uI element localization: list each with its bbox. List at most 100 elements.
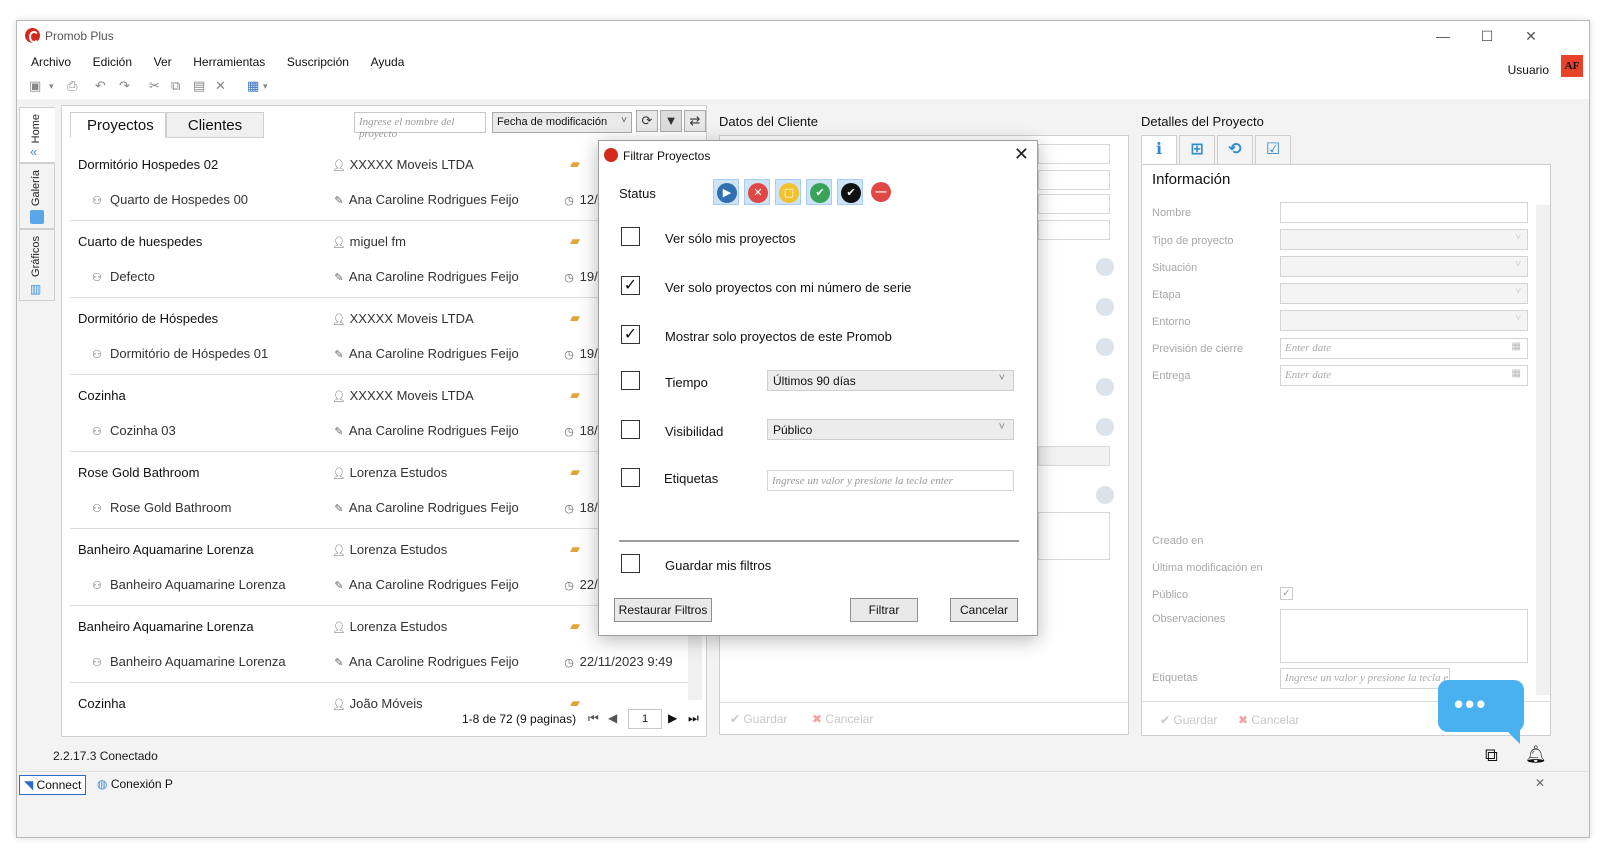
restore-filters-button[interactable]: Restaurar Filtros xyxy=(614,598,712,622)
sidetab-graficos[interactable]: Gráficos ▥ xyxy=(19,229,55,301)
etapa-select[interactable]: ˅ xyxy=(1280,283,1528,304)
maximize-button[interactable]: ☐ xyxy=(1467,25,1507,47)
add-circle-icon[interactable] xyxy=(1096,298,1114,316)
client-select[interactable] xyxy=(1038,446,1110,466)
calendar-icon[interactable]: ▦ xyxy=(1512,341,1521,352)
client-field-3[interactable] xyxy=(1038,194,1110,214)
layout-dropdown-icon[interactable]: ▾ xyxy=(263,79,268,93)
conexion-tab[interactable]: ◍ Conexión P xyxy=(93,775,177,795)
situacion-select[interactable]: ˅ xyxy=(1280,256,1528,277)
etiquetas-input[interactable]: Ingrese un valor y presione la tecla ent… xyxy=(767,470,1014,491)
folder-icon[interactable]: ▰ xyxy=(570,310,580,326)
project-search-input[interactable]: Ingrese el nombre del proyecto xyxy=(354,112,486,140)
client-field-4[interactable] xyxy=(1038,220,1110,240)
folder-icon[interactable]: ▰ xyxy=(570,618,580,634)
status-paused-button[interactable]: ▢ xyxy=(775,179,801,205)
menu-archivo[interactable]: Archivo xyxy=(31,51,71,73)
status-approved-button[interactable]: ✔ xyxy=(806,179,832,205)
nombre-input[interactable] xyxy=(1280,202,1528,223)
prev-page-icon[interactable]: ◀ xyxy=(608,711,617,725)
menu-suscripcion[interactable]: Suscripción xyxy=(287,51,349,73)
info-icon[interactable]: ℹ xyxy=(1141,135,1177,165)
delete-icon[interactable]: ✕ xyxy=(215,79,226,93)
last-page-icon[interactable]: ⏭ xyxy=(688,711,699,726)
close-bar-icon[interactable]: ✕ xyxy=(1535,776,1545,790)
close-window-button[interactable]: ✕ xyxy=(1511,25,1551,47)
checklist-icon[interactable]: ☑ xyxy=(1255,135,1291,165)
client-field-2[interactable] xyxy=(1038,170,1110,190)
menu-ayuda[interactable]: Ayuda xyxy=(371,51,405,73)
add-circle-icon[interactable] xyxy=(1096,338,1114,356)
menu-edicion[interactable]: Edición xyxy=(93,51,132,73)
refresh-icon[interactable]: ⟳ xyxy=(636,110,658,132)
filter-button[interactable]: Filtrar xyxy=(850,598,918,622)
save-filters-checkbox[interactable] xyxy=(621,554,640,573)
add-circle-icon[interactable] xyxy=(1096,378,1114,396)
client-field-1[interactable] xyxy=(1038,144,1110,164)
swap-icon[interactable]: ⇄ xyxy=(684,110,706,132)
save-icon[interactable]: ▣ xyxy=(29,79,41,93)
tab-clientes[interactable]: Clientes xyxy=(166,112,264,138)
layout-icon[interactable]: ▦ xyxy=(247,79,259,93)
sidetab-galeria[interactable]: Galería xyxy=(19,163,55,229)
folder-icon[interactable]: ▰ xyxy=(570,464,580,480)
redo-icon[interactable]: ↷ xyxy=(119,79,130,93)
first-page-icon[interactable]: ⏮ xyxy=(588,711,599,726)
sort-select[interactable]: Fecha de modificación xyxy=(492,112,632,133)
structure-icon[interactable]: ⊞ xyxy=(1179,135,1215,165)
next-page-icon[interactable]: ▶ xyxy=(668,711,677,725)
tab-proyectos[interactable]: Proyectos xyxy=(70,112,166,138)
details-scrollbar[interactable] xyxy=(1536,205,1550,695)
entrega-date-input[interactable]: Enter date ▦ xyxy=(1280,365,1528,386)
status-cancelled-button[interactable]: ✕ xyxy=(744,179,770,205)
folder-icon[interactable]: ▰ xyxy=(570,387,580,403)
folder-icon[interactable]: ▰ xyxy=(570,233,580,249)
calendar-icon[interactable]: ▦ xyxy=(1512,368,1521,379)
folder-icon[interactable]: ▰ xyxy=(570,156,580,172)
cancel-button[interactable]: Cancelar xyxy=(950,598,1018,622)
add-circle-icon[interactable] xyxy=(1096,486,1114,504)
folder-icon[interactable]: ▰ xyxy=(570,541,580,557)
add-circle-icon[interactable] xyxy=(1096,258,1114,276)
status-in-progress-button[interactable]: ▶ xyxy=(713,179,739,205)
client-save-button[interactable]: ✔ Guardar xyxy=(730,712,787,726)
visibilidad-select[interactable]: Público xyxy=(767,419,1014,440)
details-cancel-button[interactable]: ✖ Cancelar xyxy=(1238,713,1299,727)
tiempo-checkbox[interactable] xyxy=(621,371,640,390)
undo-icon[interactable]: ↶ xyxy=(95,79,106,93)
etiquetas-checkbox[interactable] xyxy=(621,468,640,487)
this-promob-checkbox[interactable]: ✓ xyxy=(621,325,640,344)
save-dropdown-icon[interactable]: ▾ xyxy=(49,79,54,93)
user-avatar[interactable]: AF xyxy=(1561,55,1583,77)
sidetab-home[interactable]: Home « xyxy=(19,107,55,163)
history-icon[interactable]: ⟲ xyxy=(1217,135,1253,165)
entorno-select[interactable]: ˅ xyxy=(1280,310,1528,331)
filter-icon[interactable]: ▼ xyxy=(660,110,682,132)
client-cancel-button[interactable]: ✖ Cancelar xyxy=(812,712,873,726)
prevision-date-input[interactable]: Enter date ▦ xyxy=(1280,338,1528,359)
menu-ver[interactable]: Ver xyxy=(154,51,172,73)
status-finished-button[interactable]: ✔ xyxy=(837,179,863,205)
screens-icon[interactable]: ⧉ xyxy=(1485,745,1498,766)
add-circle-icon[interactable] xyxy=(1096,418,1114,436)
etiquetas-input[interactable]: Ingrese un valor y presione la tecla ent… xyxy=(1280,668,1450,689)
minimize-button[interactable]: — xyxy=(1423,25,1463,47)
copy-icon[interactable]: ⧉ xyxy=(171,79,180,93)
my-projects-checkbox[interactable] xyxy=(621,227,640,246)
page-number-input[interactable]: 1 xyxy=(628,709,662,729)
dialog-close-icon[interactable]: ✕ xyxy=(1014,144,1029,165)
publico-checkbox[interactable]: ✓ xyxy=(1280,587,1293,600)
details-save-button[interactable]: ✔ Guardar xyxy=(1160,713,1217,727)
print-icon[interactable]: ⎙ xyxy=(67,79,77,93)
visibilidad-checkbox[interactable] xyxy=(621,420,640,439)
user-label[interactable]: Usuario xyxy=(1508,63,1549,77)
serial-projects-checkbox[interactable]: ✓ xyxy=(621,276,640,295)
chat-bubble-button[interactable]: ••• xyxy=(1438,680,1524,744)
tiempo-select[interactable]: Últimos 90 días xyxy=(767,370,1014,391)
connect-tab[interactable]: ◥ Connect xyxy=(19,775,87,795)
tipo-select[interactable]: ˅ xyxy=(1280,229,1528,250)
observaciones-textarea[interactable] xyxy=(1280,609,1528,663)
bell-icon[interactable]: 🔔︎ xyxy=(1525,745,1547,765)
paste-icon[interactable]: ▤ xyxy=(193,79,205,93)
client-notes[interactable] xyxy=(1038,512,1110,560)
